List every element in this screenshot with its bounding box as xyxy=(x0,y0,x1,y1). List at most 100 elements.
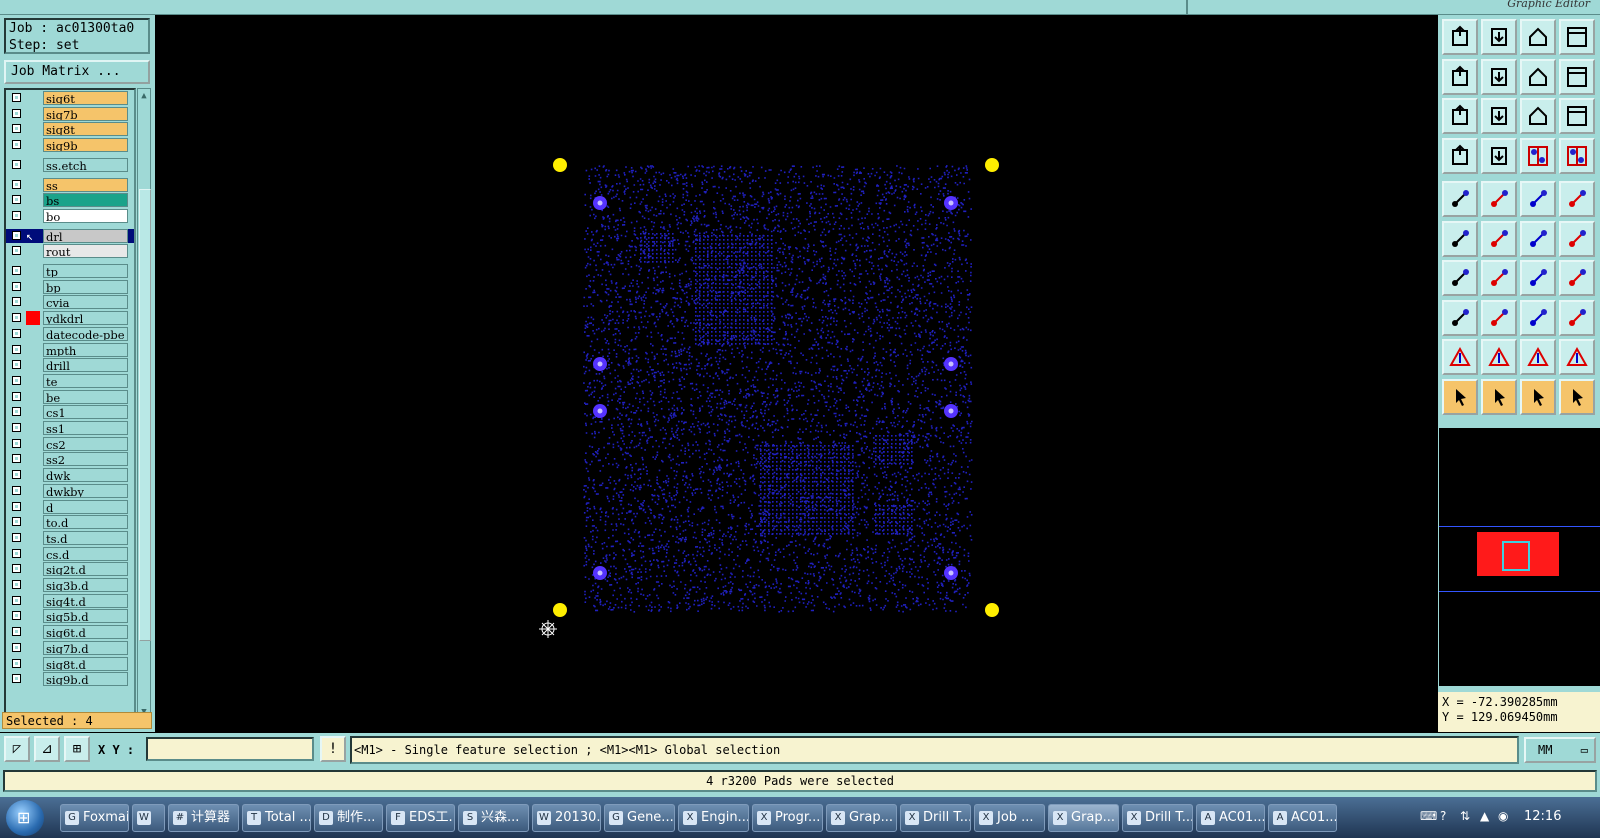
taskbar-item[interactable]: X Drill T... xyxy=(1122,804,1193,832)
snap-button[interactable] xyxy=(1481,181,1517,217)
taskbar-item[interactable]: X Grap... xyxy=(1048,804,1119,832)
layer-row-dwk[interactable]: dwk xyxy=(6,468,134,483)
layer-row-ydkdrl[interactable]: ydkdrl xyxy=(6,311,134,326)
cross-button[interactable] xyxy=(1481,220,1517,257)
select3-button[interactable] xyxy=(1520,378,1556,415)
graphic-canvas[interactable] xyxy=(155,15,1438,732)
select-button[interactable] xyxy=(1442,378,1478,415)
layer-checkbox[interactable] xyxy=(12,470,21,480)
layer-row-datecode-pbe[interactable]: datecode-pbe xyxy=(6,326,134,341)
help-tray-icon[interactable]: ? xyxy=(1440,809,1446,823)
scroll-up-icon[interactable]: ▲ xyxy=(139,91,149,101)
next-step-button[interactable] xyxy=(1481,58,1517,95)
taskbar-item[interactable]: G Foxmail xyxy=(60,804,129,832)
layer-row-sig9b[interactable]: sig9b xyxy=(6,138,134,153)
add-pad-button[interactable] xyxy=(1442,299,1478,336)
layer-checkbox[interactable] xyxy=(12,564,21,574)
layer-checkbox[interactable] xyxy=(12,281,21,291)
grid-button[interactable] xyxy=(1481,137,1517,174)
layer-checkbox[interactable] xyxy=(12,532,21,542)
layer-checkbox[interactable] xyxy=(12,674,21,684)
layer-checkbox[interactable] xyxy=(12,485,21,495)
prev-step-button[interactable] xyxy=(1442,58,1478,95)
alert-button[interactable]: ! xyxy=(320,736,346,762)
arrow-up3-button[interactable] xyxy=(1559,339,1595,375)
board-view[interactable] xyxy=(155,15,1438,732)
settings-button[interactable] xyxy=(1442,137,1478,174)
connection-icon[interactable]: ◉ xyxy=(1498,809,1508,823)
layer-row-cs1[interactable]: cs1 xyxy=(6,405,134,420)
taskbar-item[interactable]: W xyxy=(132,804,165,832)
layer-checkbox[interactable] xyxy=(12,159,21,169)
scroll-thumb[interactable] xyxy=(139,189,151,641)
layer-row-ss.etch[interactable]: ss.etch xyxy=(6,157,134,172)
start-button[interactable]: ⊞ xyxy=(6,800,44,836)
layer-compare2-button[interactable] xyxy=(1559,137,1595,174)
line-button[interactable] xyxy=(1520,220,1556,257)
angle-snap-button[interactable]: ⊿ xyxy=(34,736,60,762)
layer-checkbox[interactable] xyxy=(12,344,21,354)
layer-row-sig8t.d[interactable]: sig8t.d xyxy=(6,656,134,671)
taskbar-item[interactable]: T Total ... xyxy=(242,804,311,832)
layer-row-tp[interactable]: tp xyxy=(6,264,134,278)
taskbar-item[interactable]: S 兴森... xyxy=(458,804,529,832)
taskbar-item[interactable]: X Drill T... xyxy=(900,804,971,832)
window-button[interactable] xyxy=(1559,19,1595,55)
snap-grid-button[interactable]: ◸ xyxy=(4,736,30,762)
layer-row-rout[interactable]: rout xyxy=(6,244,134,259)
layer-row-drill[interactable]: drill xyxy=(6,358,134,373)
overview-map[interactable] xyxy=(1439,428,1600,686)
layer-row-sig2t.d[interactable]: sig2t.d xyxy=(6,562,134,577)
flip-button[interactable] xyxy=(1559,260,1595,296)
layer-row-ss1[interactable]: ss1 xyxy=(6,421,134,435)
keyboard-icon[interactable]: ⌨ xyxy=(1420,809,1437,823)
layer-checkbox[interactable] xyxy=(12,658,21,668)
taskbar-item[interactable]: F EDS工... xyxy=(386,804,455,832)
undo-button[interactable] xyxy=(1520,58,1556,95)
layer-row-bo[interactable]: bo xyxy=(6,208,134,223)
layer-checkbox[interactable] xyxy=(12,195,21,205)
layer-row-sig6t.d[interactable]: sig6t.d xyxy=(6,625,134,640)
layer-checkbox[interactable] xyxy=(12,611,21,621)
layer-row-dwkby[interactable]: dwkby xyxy=(6,483,134,498)
taskbar-item[interactable]: D 制作... xyxy=(314,804,383,832)
network-icon[interactable]: ⇅ xyxy=(1460,809,1470,823)
arrow-up2-button[interactable] xyxy=(1520,339,1556,375)
redo-button[interactable] xyxy=(1559,58,1595,95)
layer-checkbox[interactable] xyxy=(12,360,21,370)
layer-checkbox[interactable] xyxy=(12,407,21,417)
layer-checkbox[interactable] xyxy=(12,179,21,189)
taskbar-item[interactable]: X Job ... xyxy=(974,804,1045,832)
triangle-button[interactable] xyxy=(1442,339,1478,375)
help-button[interactable] xyxy=(1559,98,1595,134)
layer-checkbox[interactable] xyxy=(12,108,21,118)
layer-checkbox[interactable] xyxy=(12,595,21,605)
layer-compare-button[interactable] xyxy=(1520,137,1556,174)
layer-row-be[interactable]: be xyxy=(6,389,134,404)
layer-checkbox[interactable] xyxy=(12,297,21,307)
units-button[interactable]: MM ▭ xyxy=(1524,737,1596,763)
layer-checkbox[interactable] xyxy=(12,210,21,220)
layer-list[interactable]: sig6t sig7b sig8t sig9b ss.etch ss bs bo ↖ drl rou… xyxy=(4,88,136,720)
layer-checkbox[interactable] xyxy=(12,124,21,134)
taskbar-item[interactable]: X Grap... xyxy=(826,804,897,832)
layer-row-sig3b.d[interactable]: sig3b.d xyxy=(6,578,134,592)
layer-checkbox[interactable] xyxy=(12,375,21,385)
scale-button[interactable] xyxy=(1520,98,1556,134)
layer-row-cs.d[interactable]: cs.d xyxy=(6,546,134,561)
node-button[interactable] xyxy=(1442,220,1478,257)
layer-checkbox[interactable] xyxy=(12,454,21,464)
shape-button[interactable] xyxy=(1559,299,1595,336)
rotate-button[interactable] xyxy=(1520,260,1556,296)
layer-scrollbar[interactable]: ▲ ▼ xyxy=(137,88,151,720)
home-button[interactable] xyxy=(1520,19,1556,55)
layer-checkbox[interactable] xyxy=(12,266,21,275)
layer-row-sig7b.d[interactable]: sig7b.d xyxy=(6,640,134,655)
layer-row-te[interactable]: te xyxy=(6,373,134,388)
layer-row-sig9b.d[interactable]: sig9b.d xyxy=(6,672,134,687)
layer-row-sig7b[interactable]: sig7b xyxy=(6,106,134,121)
dimension-button[interactable] xyxy=(1520,299,1556,336)
layer-checkbox[interactable] xyxy=(12,391,21,401)
show-hidden-icon[interactable]: ▲ xyxy=(1480,809,1489,823)
clock[interactable]: 12:16 xyxy=(1524,809,1561,824)
